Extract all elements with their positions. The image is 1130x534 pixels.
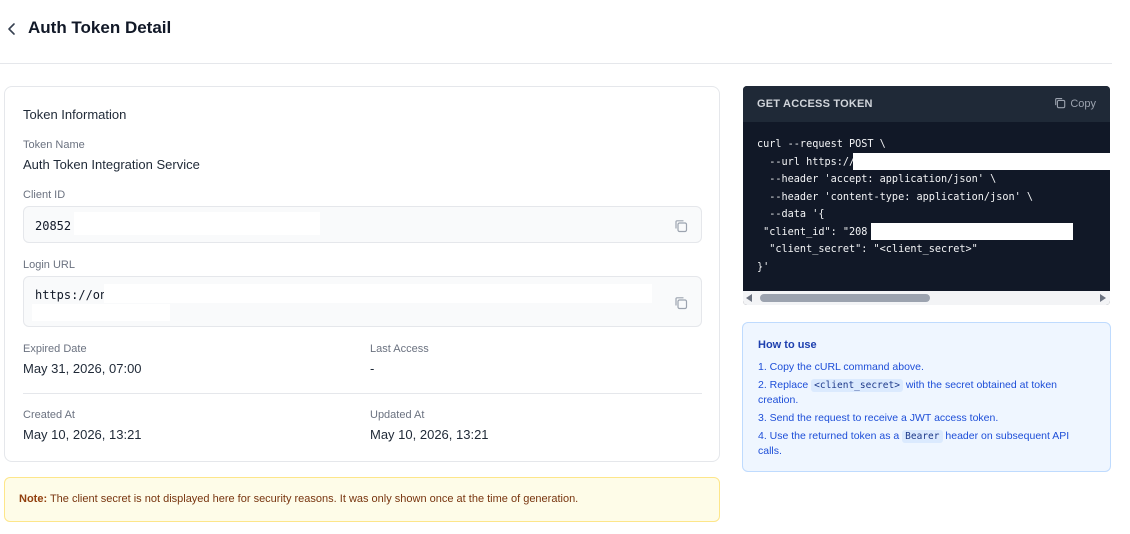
copy-icon: [1055, 97, 1066, 109]
code-line: "client_secret": "<client_secret>": [757, 244, 978, 255]
redacted-area: [74, 212, 320, 235]
horizontal-scrollbar[interactable]: [743, 291, 1110, 305]
inline-code: <client_secret>: [811, 379, 903, 392]
created-at-label: Created At: [23, 409, 75, 421]
chevron-left-icon: [8, 23, 15, 35]
client-id-value: 20852: [35, 219, 72, 233]
code-line: --header 'content-type: application/json…: [757, 191, 1034, 203]
step-text: 3. Send the request to receive a JWT acc…: [758, 412, 999, 424]
code-panel-header: GET ACCESS TOKEN Copy: [743, 86, 1110, 122]
note-text: The client secret is not displayed here …: [47, 493, 579, 505]
updated-at-value: May 10, 2026, 13:21: [370, 427, 489, 442]
copy-code-button[interactable]: Copy: [1054, 97, 1096, 110]
list-item: 1. Copy the cURL command above.: [758, 360, 1095, 375]
card-title: Token Information: [23, 107, 127, 122]
list-item: 2. Replace <client_secret> with the secr…: [758, 378, 1095, 408]
security-note: Note: The client secret is not displayed…: [4, 477, 720, 522]
created-at-value: May 10, 2026, 13:21: [23, 427, 142, 442]
redacted-area: [871, 223, 1073, 240]
code-panel-title: GET ACCESS TOKEN: [757, 98, 873, 110]
expired-date-value: May 31, 2026, 07:00: [23, 361, 142, 376]
how-to-use-steps: 1. Copy the cURL command above. 2. Repla…: [758, 360, 1095, 459]
last-access-label: Last Access: [370, 343, 429, 355]
how-to-use-panel: How to use 1. Copy the cURL command abov…: [742, 322, 1111, 472]
list-item: 3. Send the request to receive a JWT acc…: [758, 411, 1095, 426]
client-id-field: 20852: [23, 206, 702, 243]
step-text: 2. Replace: [758, 379, 812, 391]
token-name-value: Auth Token Integration Service: [23, 157, 200, 172]
access-token-code-panel: GET ACCESS TOKEN Copy curl --request POS…: [743, 86, 1110, 305]
code-line: --header 'accept: application/json' \: [757, 174, 997, 185]
redacted-area: [853, 153, 1110, 170]
list-item: 4. Use the returned token as a Bearer he…: [758, 429, 1095, 459]
login-url-value: https://on: [35, 288, 108, 302]
code-line: }': [757, 261, 770, 273]
updated-at-label: Updated At: [370, 409, 425, 421]
scroll-thumb[interactable]: [760, 294, 930, 302]
how-to-use-title: How to use: [758, 339, 817, 351]
scroll-right-arrow-icon[interactable]: [1100, 294, 1106, 302]
code-line: --data '{: [757, 209, 825, 220]
copy-login-url-icon[interactable]: [674, 296, 688, 310]
back-button[interactable]: [6, 20, 22, 38]
redacted-area: [104, 284, 652, 303]
last-access-value: -: [370, 361, 375, 376]
divider: [23, 393, 702, 394]
page-header: Auth Token Detail: [0, 0, 1112, 64]
note-prefix: Note:: [19, 493, 48, 505]
inline-code: Bearer: [902, 430, 943, 443]
token-information-card: Token Information Token Name Auth Token …: [4, 86, 720, 462]
redacted-area: [32, 304, 170, 321]
client-id-label: Client ID: [23, 189, 66, 201]
page-title: Auth Token Detail: [28, 18, 172, 37]
copy-label: Copy: [1070, 98, 1096, 110]
expired-date-label: Expired Date: [23, 343, 87, 355]
login-url-label: Login URL: [23, 259, 75, 271]
scroll-left-arrow-icon[interactable]: [746, 294, 752, 302]
step-text: 1. Copy the cURL command above.: [758, 361, 924, 373]
step-text: 4. Use the returned token as a: [758, 430, 903, 442]
login-url-field: https://on: [23, 276, 702, 327]
token-name-label: Token Name: [23, 139, 85, 151]
copy-client-id-icon[interactable]: [674, 219, 688, 233]
code-line: curl --request POST \: [757, 139, 886, 150]
